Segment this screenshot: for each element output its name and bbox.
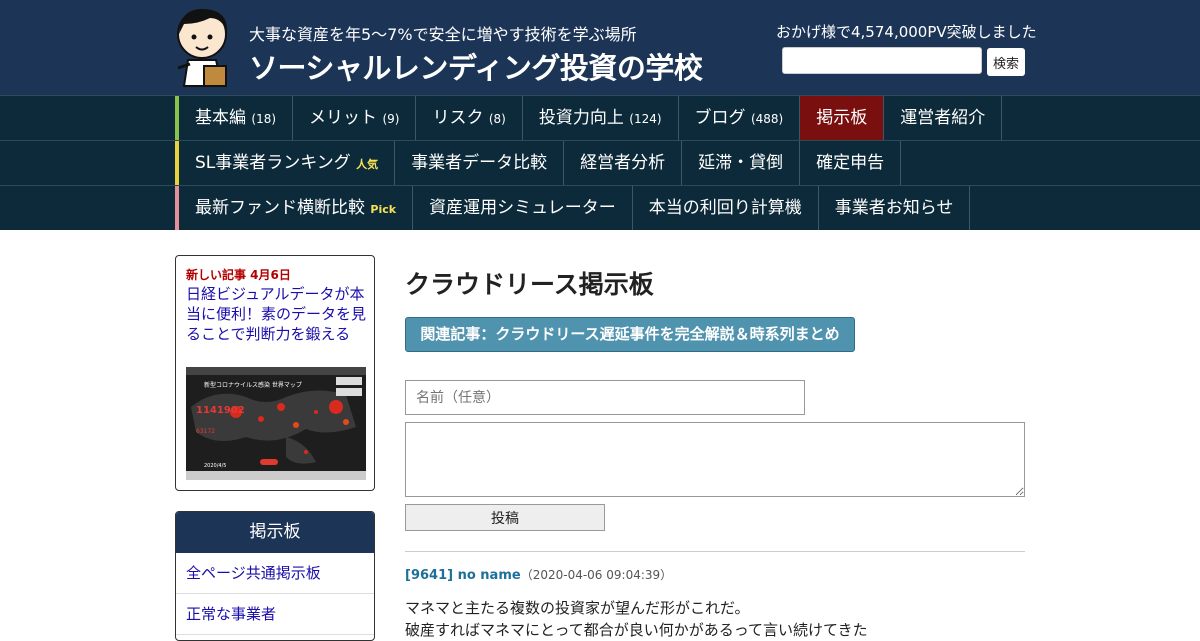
site-tagline: 大事な資産を年5～7%で安全に増やす技術を学ぶ場所 <box>249 25 637 44</box>
nav-count: (8) <box>488 112 506 126</box>
nav-label: 延滞・貸倒 <box>698 153 784 173</box>
covid-map-thumbnail-image: 新型コロナウイルス感染 世界マップ 1141902 63172 2020/4/5 <box>186 367 366 480</box>
divider <box>405 551 1025 552</box>
search-button[interactable]: 検索 <box>987 48 1025 76</box>
mascot-character-icon[interactable] <box>174 6 236 88</box>
nav-item-blog[interactable]: ブログ (488) <box>679 96 801 140</box>
nav-count: (18) <box>251 112 277 126</box>
nav-label: ブログ <box>694 108 746 128</box>
board-menu-heading: 掲示板 <box>176 512 374 553</box>
nav-item-board[interactable]: 掲示板 <box>800 96 885 140</box>
nav-item-tax[interactable]: 確定申告 <box>800 141 902 185</box>
site-header: 大事な資産を年5～7%で安全に増やす技術を学ぶ場所 ソーシャルレンディング投資の… <box>0 0 1200 95</box>
comment-meta: [9641] no name（2020-04-06 09:04:39） <box>405 566 672 583</box>
nav-item-ranking[interactable]: SL事業者ランキング 人気 <box>179 141 396 185</box>
comment-textarea[interactable] <box>405 422 1025 497</box>
nav-label: 事業者お知らせ <box>834 198 954 218</box>
nav-label: 確定申告 <box>816 153 885 173</box>
nav-count: (124) <box>629 112 662 126</box>
nav-row-secondary: SL事業者ランキング 人気 事業者データ比較 経営者分析 延滞・貸倒 確定申告 <box>0 140 1200 185</box>
new-article-label: 新しい記事 4月6日 <box>186 268 291 282</box>
nav-count: (488) <box>750 112 784 126</box>
nav-label: 事業者データ比較 <box>411 153 548 173</box>
nav-count: (9) <box>382 112 400 126</box>
nav-item-notices[interactable]: 事業者お知らせ <box>819 186 971 230</box>
nav-item-management[interactable]: 経営者分析 <box>564 141 683 185</box>
nav-label: 最新ファンド横断比較 <box>195 198 365 218</box>
nav-item-skills[interactable]: 投資力向上 (124) <box>523 96 679 140</box>
nav-item-yield-calc[interactable]: 本当の利回り計算機 <box>633 186 819 230</box>
nav-label: 資産運用シミュレーター <box>429 198 616 218</box>
name-field[interactable] <box>405 380 805 415</box>
comment-date: （2020-04-06 09:04:39） <box>520 568 673 582</box>
article-thumbnail[interactable]: 新型コロナウイルス感染 世界マップ 1141902 63172 2020/4/5 <box>186 367 366 480</box>
nav-label: 経営者分析 <box>580 153 666 173</box>
comment-author[interactable]: [9641] no name <box>405 568 521 583</box>
board-link-all[interactable]: 全ページ共通掲示板 <box>176 553 374 594</box>
nav-item-basics[interactable]: 基本編 (18) <box>179 96 294 140</box>
post-button[interactable]: 投稿 <box>405 504 605 531</box>
nav-label: 掲示板 <box>816 108 868 128</box>
nav-item-fund-compare[interactable]: 最新ファンド横断比較 Pick <box>179 186 414 230</box>
board-link-normal[interactable]: 正常な事業者 <box>176 594 374 635</box>
pageview-count-text: おかげ様で4,574,000PV突破しました <box>776 23 1037 41</box>
thumb-heading: 新型コロナウイルス感染 世界マップ <box>204 381 302 389</box>
new-article-card: 新しい記事 4月6日 日経ビジュアルデータが本当に便利！素のデータを見ることで判… <box>175 255 375 491</box>
nav-item-simulator[interactable]: 資産運用シミュレーター <box>413 186 633 230</box>
page-title: クラウドリース掲示板 <box>405 270 654 299</box>
comment-body: マネマと主たる複数の投資家が望んだ形がこれだ。 破産すればマネマにとって都合が良… <box>405 597 1025 641</box>
nav-label: 本当の利回り計算機 <box>648 198 802 218</box>
popular-tag: 人気 <box>356 158 379 171</box>
nav-row-tools: 最新ファンド横断比較 Pick 資産運用シミュレーター 本当の利回り計算機 事業… <box>0 185 1200 230</box>
new-article-link[interactable]: 日経ビジュアルデータが本当に便利！素のデータを見ることで判断力を鍛える <box>186 284 368 344</box>
nav-label: 基本編 <box>195 108 246 128</box>
nav-item-risks[interactable]: リスク (8) <box>416 96 523 140</box>
board-menu: 掲示板 全ページ共通掲示板 正常な事業者 <box>175 511 375 641</box>
nav-item-data-compare[interactable]: 事業者データ比較 <box>395 141 565 185</box>
comment-line: 破産すればマネマにとって都合が良い何かがあるって言い続けてきた <box>405 621 868 639</box>
nav-label: メリット <box>309 108 378 128</box>
thumb-big-number: 1141902 <box>196 405 245 416</box>
comment-line: マネマと主たる複数の投資家が望んだ形がこれだ。 <box>405 599 750 617</box>
nav-label: 運営者紹介 <box>900 108 986 128</box>
nav-item-delinquency[interactable]: 延滞・貸倒 <box>682 141 801 185</box>
nav-label: SL事業者ランキング <box>195 153 351 173</box>
search-input[interactable] <box>782 47 982 74</box>
nav-item-about[interactable]: 運営者紹介 <box>884 96 1003 140</box>
nav-label: 投資力向上 <box>538 108 624 128</box>
nav-row-main: 基本編 (18) メリット (9) リスク (8) 投資力向上 (124) ブロ… <box>0 95 1200 140</box>
thumb-small-number: 63172 <box>196 428 215 435</box>
nav-label: リスク <box>432 108 484 128</box>
related-article-button[interactable]: 関連記事：クラウドリース遅延事件を完全解説＆時系列まとめ <box>405 317 855 352</box>
pick-tag: Pick <box>370 203 397 216</box>
site-title[interactable]: ソーシャルレンディング投資の学校 <box>249 45 703 87</box>
thumb-date: 2020/4/5 <box>204 463 226 469</box>
nav-item-merits[interactable]: メリット (9) <box>293 96 417 140</box>
